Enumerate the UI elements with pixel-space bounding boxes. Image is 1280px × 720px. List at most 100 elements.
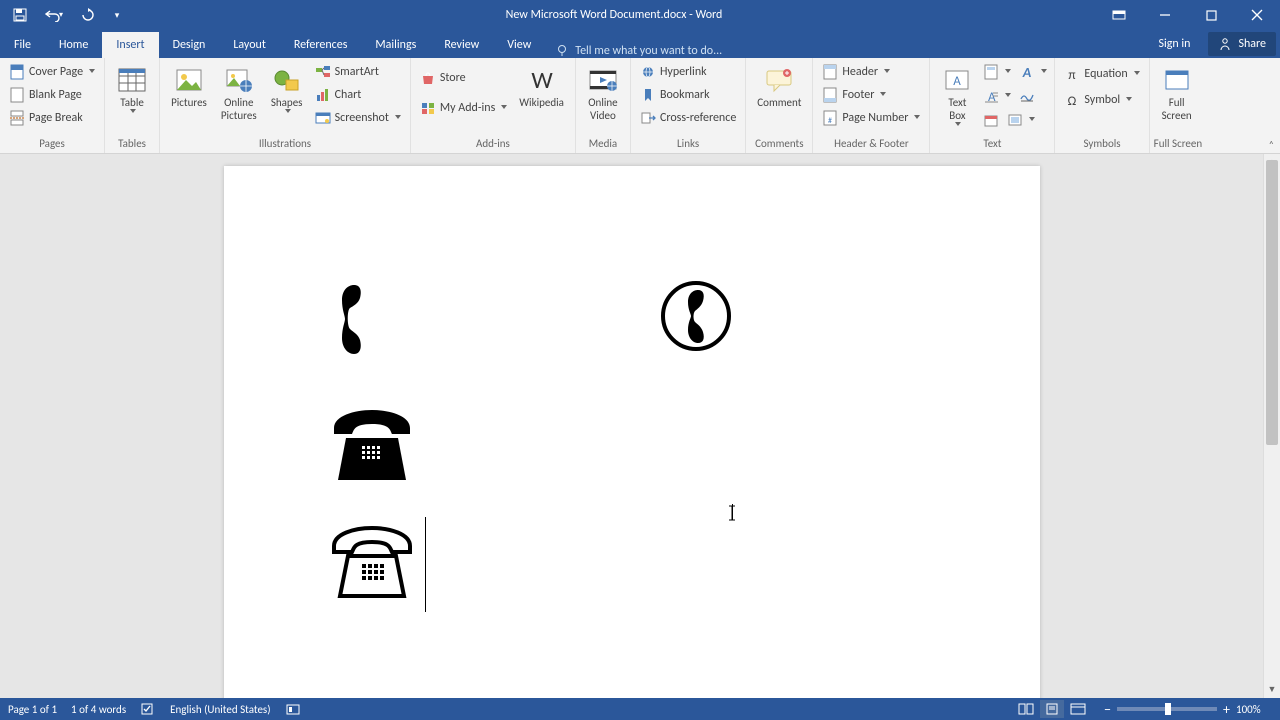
- text-box-button[interactable]: AText Box: [934, 61, 980, 132]
- blank-page-button[interactable]: Blank Page: [4, 84, 100, 106]
- tab-file[interactable]: File: [0, 32, 45, 58]
- tab-review[interactable]: Review: [430, 32, 493, 58]
- pagenum-icon: #: [822, 110, 838, 126]
- hyperlink-button[interactable]: Hyperlink: [635, 61, 741, 83]
- full-screen-button[interactable]: Full Screen: [1154, 61, 1200, 125]
- wordart-icon: A: [1019, 64, 1035, 80]
- minimize-button[interactable]: [1142, 0, 1188, 30]
- tab-layout[interactable]: Layout: [219, 32, 280, 58]
- tab-references[interactable]: References: [280, 32, 362, 58]
- signature-icon: [1019, 88, 1035, 104]
- cover-page-button[interactable]: Cover Page: [4, 61, 100, 83]
- object-button[interactable]: [1004, 109, 1038, 131]
- screenshot-icon: [315, 110, 331, 126]
- telephone-solid-symbol[interactable]: [326, 408, 418, 482]
- tab-view[interactable]: View: [493, 32, 545, 58]
- group-tables-label: Tables: [109, 137, 155, 153]
- page[interactable]: [224, 166, 1040, 698]
- header-button[interactable]: Header: [817, 61, 925, 83]
- comment-icon: [763, 64, 795, 96]
- signature-line-button[interactable]: [1016, 85, 1038, 107]
- language-indicator[interactable]: English (United States): [170, 703, 270, 716]
- tab-mailings[interactable]: Mailings: [361, 32, 430, 58]
- svg-text:π: π: [1069, 68, 1076, 81]
- page-number-button[interactable]: #Page Number: [817, 107, 925, 129]
- telephone-outline-symbol[interactable]: [326, 524, 418, 600]
- close-button[interactable]: [1234, 0, 1280, 30]
- group-comments: Comment Comments: [746, 58, 813, 153]
- collapse-ribbon-button[interactable]: ˄: [1269, 138, 1274, 151]
- pictures-icon: [173, 64, 205, 96]
- phone-handset-circled-symbol[interactable]: [660, 280, 732, 352]
- group-tables: Table Tables: [105, 58, 160, 153]
- page-indicator[interactable]: Page 1 of 1: [8, 703, 57, 716]
- group-pages-label: Pages: [4, 137, 100, 153]
- footer-button[interactable]: Footer: [817, 84, 925, 106]
- tab-insert[interactable]: Insert: [102, 32, 158, 58]
- sign-in-link[interactable]: Sign in: [1144, 30, 1204, 58]
- scroll-down-button[interactable]: ▼: [1264, 681, 1280, 698]
- cross-reference-button[interactable]: Cross-reference: [635, 107, 741, 129]
- wordart-button[interactable]: A: [1016, 61, 1050, 83]
- undo-button[interactable]: ▾: [40, 2, 68, 28]
- zoom-in-button[interactable]: +: [1223, 701, 1230, 718]
- share-button[interactable]: Share: [1208, 32, 1276, 56]
- quick-parts-button[interactable]: [980, 61, 1014, 83]
- document-area: ▲ ▼: [0, 154, 1280, 698]
- symbol-button[interactable]: ΩSymbol: [1059, 89, 1144, 111]
- vertical-scrollbar[interactable]: ▲ ▼: [1263, 154, 1280, 698]
- online-video-button[interactable]: Online Video: [580, 61, 626, 125]
- tab-design[interactable]: Design: [159, 32, 220, 58]
- store-button[interactable]: Store: [415, 67, 512, 89]
- word-count[interactable]: 1 of 4 words: [71, 703, 126, 716]
- drop-cap-button[interactable]: A: [980, 85, 1014, 107]
- macro-button[interactable]: [285, 702, 301, 716]
- tab-home[interactable]: Home: [45, 32, 102, 58]
- redo-button[interactable]: [74, 2, 102, 28]
- phone-handset-symbol[interactable]: [330, 282, 370, 357]
- read-mode-button[interactable]: [1014, 700, 1038, 718]
- zoom-out-button[interactable]: −: [1104, 701, 1111, 718]
- fullscreen-icon: [1161, 64, 1193, 96]
- ibeam-caret-icon: [732, 504, 733, 520]
- chart-button[interactable]: Chart: [310, 84, 406, 106]
- zoom-slider-thumb[interactable]: [1165, 703, 1171, 715]
- page-break-button[interactable]: Page Break: [4, 107, 100, 129]
- group-illustrations: Pictures Online Pictures Shapes SmartArt…: [160, 58, 411, 153]
- online-pictures-icon: [223, 64, 255, 96]
- save-button[interactable]: [6, 2, 34, 28]
- svg-text:Ω: Ω: [1068, 94, 1077, 107]
- customize-qat-button[interactable]: ▾: [108, 2, 126, 28]
- maximize-button[interactable]: [1188, 0, 1234, 30]
- screenshot-button[interactable]: Screenshot: [310, 107, 406, 129]
- tell-me-search[interactable]: Tell me what you want to do...: [545, 44, 732, 58]
- my-addins-button[interactable]: My Add-ins: [415, 97, 512, 119]
- zoom-slider[interactable]: [1117, 707, 1217, 711]
- bookmark-icon: [640, 87, 656, 103]
- group-headerfooter-label: Header & Footer: [817, 137, 925, 153]
- bookmark-button[interactable]: Bookmark: [635, 84, 741, 106]
- spellcheck-button[interactable]: [140, 702, 156, 716]
- group-header-footer: Header Footer #Page Number Header & Foot…: [813, 58, 930, 153]
- shapes-button[interactable]: Shapes: [264, 61, 310, 119]
- date-time-button[interactable]: [980, 109, 1002, 131]
- datetime-icon: [983, 112, 999, 128]
- shapes-icon: [271, 64, 303, 96]
- textbox-icon: A: [941, 64, 973, 96]
- statusbar: Page 1 of 1 1 of 4 words English (United…: [0, 698, 1280, 720]
- zoom-level[interactable]: 100%: [1236, 703, 1272, 716]
- pictures-button[interactable]: Pictures: [164, 61, 214, 112]
- web-layout-button[interactable]: [1066, 700, 1090, 718]
- cover-page-icon: [9, 64, 25, 80]
- wikipedia-button[interactable]: WWikipedia: [512, 61, 571, 112]
- smartart-button[interactable]: SmartArt: [310, 61, 406, 83]
- equation-button[interactable]: πEquation: [1059, 63, 1144, 85]
- online-pictures-button[interactable]: Online Pictures: [214, 61, 264, 125]
- ribbon-display-button[interactable]: [1096, 0, 1142, 30]
- table-button[interactable]: Table: [109, 61, 155, 119]
- group-fullscreen-label: Full Screen: [1154, 137, 1203, 153]
- scroll-thumb[interactable]: [1266, 160, 1278, 445]
- window-controls: [1096, 0, 1280, 30]
- print-layout-button[interactable]: [1040, 700, 1064, 718]
- comment-button[interactable]: Comment: [750, 61, 808, 112]
